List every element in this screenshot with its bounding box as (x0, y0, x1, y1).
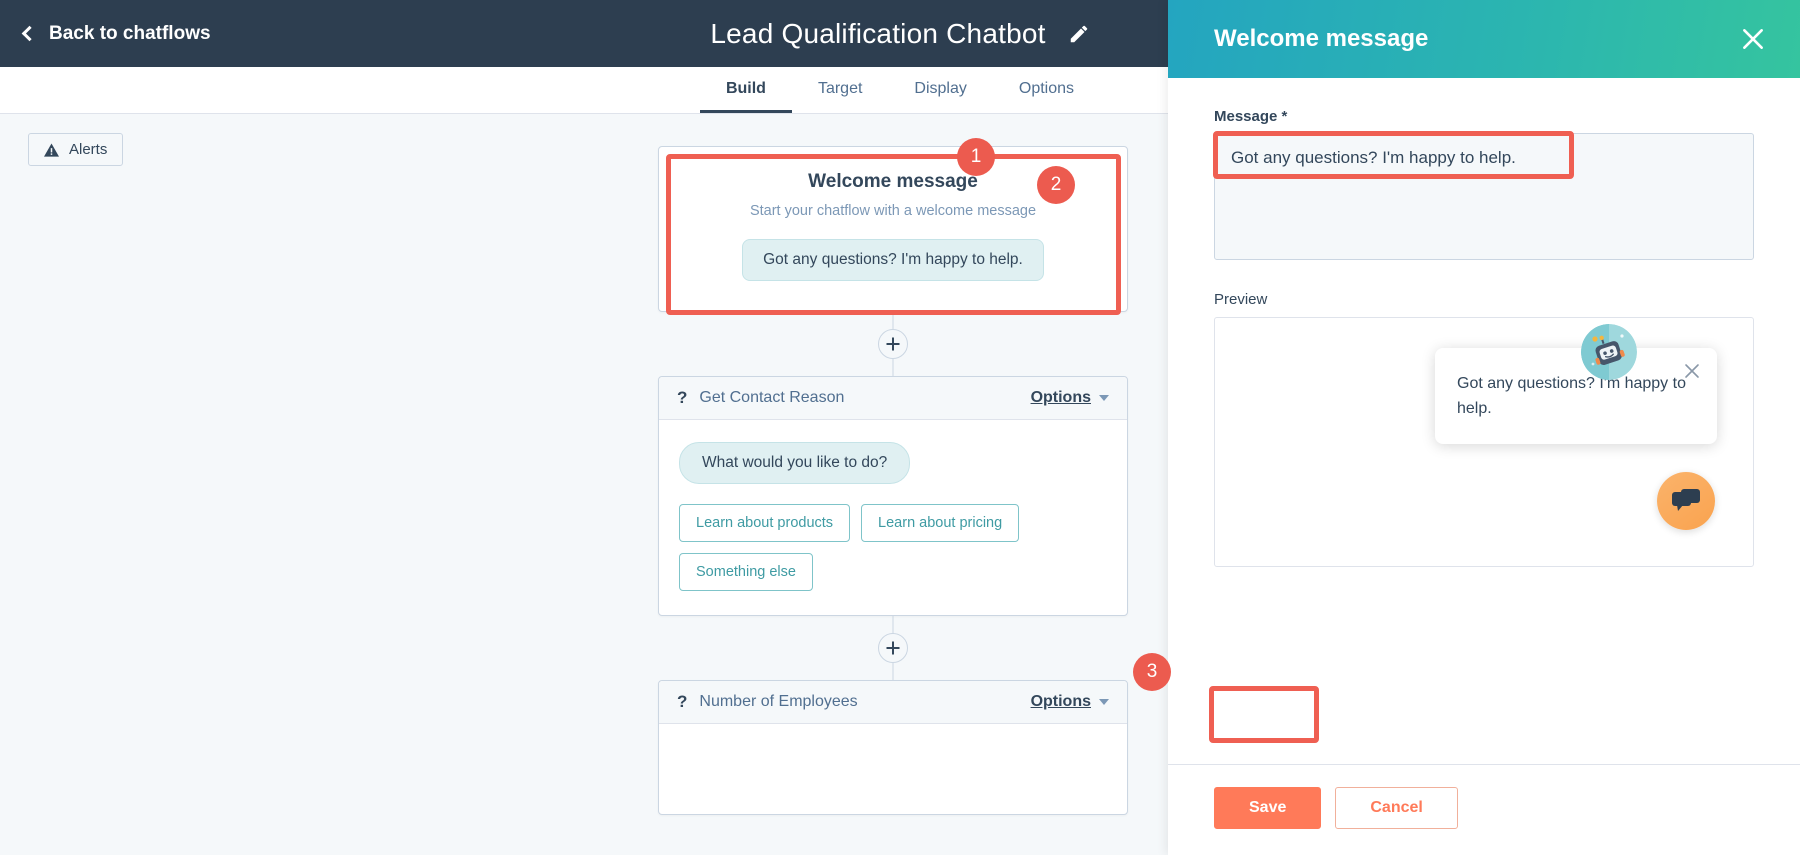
node-options-label: Options (1030, 389, 1091, 406)
node-card-number-of-employees[interactable]: ? Number of Employees Options (658, 680, 1128, 815)
node-question-bubble: What would you like to do? (679, 442, 911, 484)
node-options-dropdown[interactable]: Options (1031, 389, 1109, 407)
node-card-body (659, 724, 1127, 814)
add-step-button-2[interactable] (878, 633, 908, 663)
tab-target-label: Target (817, 79, 863, 97)
annotation-badge-2-number: 2 (1050, 174, 1062, 195)
node-card-get-contact-reason[interactable]: ? Get Contact Reason Options What would … (658, 376, 1128, 616)
connector-1 (658, 312, 1128, 376)
cancel-button[interactable]: Cancel (1335, 787, 1458, 829)
close-icon[interactable] (1683, 362, 1701, 380)
save-button[interactable]: Save (1214, 787, 1322, 829)
tab-target[interactable]: Target (792, 67, 888, 113)
node-card-title: Get Contact Reason (699, 389, 845, 406)
panel-footer: Save Cancel (1168, 764, 1800, 855)
quick-reply-button[interactable]: Learn about products (679, 504, 851, 542)
annotation-badge-1-number: 1 (970, 146, 982, 167)
node-card-header-left: ? Get Contact Reason (677, 388, 844, 408)
tab-build[interactable]: Build (699, 67, 792, 113)
quick-reply-button[interactable]: Learn about pricing (861, 504, 1020, 542)
annotation-badge-3: 3 (1133, 653, 1171, 691)
chevron-down-icon (1099, 699, 1109, 705)
chat-launcher-button[interactable] (1657, 472, 1715, 530)
alerts-button[interactable]: Alerts (28, 133, 124, 166)
node-card-header: ? Get Contact Reason Options (659, 377, 1127, 420)
message-field-label: Message * (1214, 108, 1288, 125)
node-card-header-left: ? Number of Employees (677, 692, 858, 712)
quick-reply-list: Learn about products Learn about pricing… (679, 504, 1107, 591)
connector-2 (658, 616, 1128, 680)
quick-reply-button[interactable]: Something else (679, 553, 813, 591)
alerts-label: Alerts (69, 141, 108, 158)
question-mark-icon: ? (677, 388, 688, 407)
close-icon[interactable] (1740, 26, 1766, 52)
add-step-button-1[interactable] (878, 329, 908, 359)
panel-body: Message * Preview (1168, 78, 1800, 764)
welcome-message-panel: Welcome message Message * Preview (1168, 0, 1800, 855)
welcome-card-bubble: Got any questions? I'm happy to help. (742, 239, 1044, 281)
plus-icon (886, 337, 900, 351)
page-title: Lead Qualification Chatbot (710, 17, 1046, 49)
plus-icon (886, 641, 900, 655)
question-mark-icon: ? (677, 692, 688, 711)
annotation-badge-2: 2 (1037, 166, 1075, 204)
preview-box: Got any questions? I'm happy to help. (1214, 317, 1754, 567)
tab-display[interactable]: Display (888, 67, 992, 113)
tab-options[interactable]: Options (993, 67, 1100, 113)
chevron-down-icon (1099, 395, 1109, 401)
chatflow-canvas: Alerts Welcome message Start your chatfl… (0, 114, 1168, 855)
node-options-label: Options (1030, 693, 1091, 710)
pencil-icon[interactable] (1068, 23, 1090, 45)
chat-bubble-icon (1672, 489, 1700, 511)
preview-message-bubble: Got any questions? I'm happy to help. (1435, 348, 1717, 444)
warning-triangle-icon (44, 142, 59, 157)
welcome-card-subtitle: Start your chatflow with a welcome messa… (749, 203, 1037, 219)
annotation-badge-1: 1 (957, 138, 995, 176)
node-options-dropdown[interactable]: Options (1031, 693, 1109, 711)
message-textarea[interactable] (1214, 133, 1754, 260)
node-card-body: What would you like to do? Learn about p… (659, 420, 1127, 615)
tab-display-label: Display (914, 79, 967, 97)
robot-avatar-icon (1581, 324, 1637, 380)
flow-column: Welcome message Start your chatflow with… (658, 146, 1128, 815)
tab-build-label: Build (725, 79, 766, 97)
preview-label: Preview (1214, 291, 1268, 308)
node-card-header: ? Number of Employees Options (659, 681, 1127, 724)
annotation-badge-3-number: 3 (1146, 661, 1158, 682)
panel-title: Welcome message (1214, 25, 1429, 52)
preview-message-text: Got any questions? I'm happy to help. (1457, 375, 1686, 417)
panel-header: Welcome message (1168, 0, 1800, 78)
node-card-title: Number of Employees (699, 693, 858, 710)
tab-options-label: Options (1018, 79, 1075, 97)
app-root: Back to chatflows Lead Qualification Cha… (0, 0, 1800, 855)
